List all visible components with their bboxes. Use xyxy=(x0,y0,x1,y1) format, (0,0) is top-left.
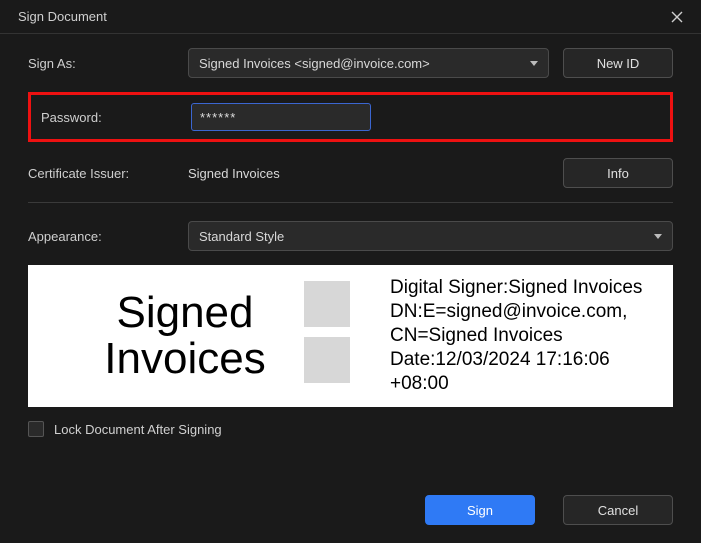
label-password: Password: xyxy=(41,110,191,125)
new-id-button[interactable]: New ID xyxy=(563,48,673,78)
cancel-button[interactable]: Cancel xyxy=(563,495,673,525)
password-input[interactable] xyxy=(191,103,371,131)
info-button[interactable]: Info xyxy=(563,158,673,188)
preview-details: Digital Signer:Signed Invoices DN:E=sign… xyxy=(390,276,642,396)
label-lock: Lock Document After Signing xyxy=(54,422,222,437)
divider xyxy=(28,202,673,203)
chevron-down-icon xyxy=(654,234,662,239)
sign-as-dropdown[interactable]: Signed Invoices <signed@invoice.com> xyxy=(188,48,549,78)
dialog-title: Sign Document xyxy=(18,9,107,24)
signature-preview: Signed Invoices Digital Signer:Signed In… xyxy=(28,265,673,407)
label-appearance: Appearance: xyxy=(28,229,188,244)
password-highlight: Password: xyxy=(28,92,673,142)
lock-checkbox[interactable] xyxy=(28,421,44,437)
chevron-down-icon xyxy=(530,61,538,66)
label-issuer: Certificate Issuer: xyxy=(28,166,188,181)
issuer-value: Signed Invoices xyxy=(188,166,549,181)
appearance-selected: Standard Style xyxy=(199,229,284,244)
sign-button[interactable]: Sign xyxy=(425,495,535,525)
label-sign-as: Sign As: xyxy=(28,56,188,71)
preview-name: Signed Invoices xyxy=(40,290,330,382)
appearance-dropdown[interactable]: Standard Style xyxy=(188,221,673,251)
preview-watermark xyxy=(304,281,372,389)
close-icon[interactable] xyxy=(667,7,687,27)
sign-as-selected: Signed Invoices <signed@invoice.com> xyxy=(199,56,430,71)
title-bar: Sign Document xyxy=(0,0,701,34)
